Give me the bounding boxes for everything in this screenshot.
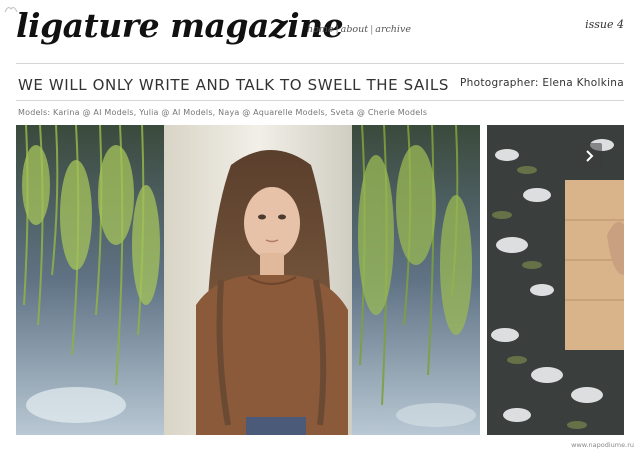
issue-number[interactable]: issue 4 — [585, 18, 624, 31]
gallery-photo-portrait — [16, 125, 480, 435]
gallery-photo-feathers — [487, 125, 624, 435]
gallery-next-button[interactable] — [576, 143, 602, 169]
divider — [16, 63, 624, 64]
photographer-credit: Photographer: Elena Kholkina — [460, 77, 624, 89]
chevron-right-icon — [586, 150, 594, 162]
site-logo[interactable]: ligature magazine — [16, 4, 344, 48]
models-credit: Models: Karina @ AI Models, Yulia @ AI M… — [18, 108, 428, 117]
top-nav: home | about | archive — [307, 24, 411, 35]
nav-about-link[interactable]: about — [341, 24, 368, 35]
photo-gallery[interactable] — [16, 125, 624, 435]
nav-archive-link[interactable]: archive — [375, 24, 411, 35]
watermark: www.napodiume.ru — [571, 441, 634, 449]
divider — [16, 100, 624, 101]
article-title: WE WILL ONLY WRITE AND TALK TO SWELL THE… — [18, 76, 449, 94]
nav-home-link[interactable]: home — [307, 24, 333, 35]
nav-separator: | — [370, 24, 374, 35]
nav-separator: | — [335, 24, 339, 35]
